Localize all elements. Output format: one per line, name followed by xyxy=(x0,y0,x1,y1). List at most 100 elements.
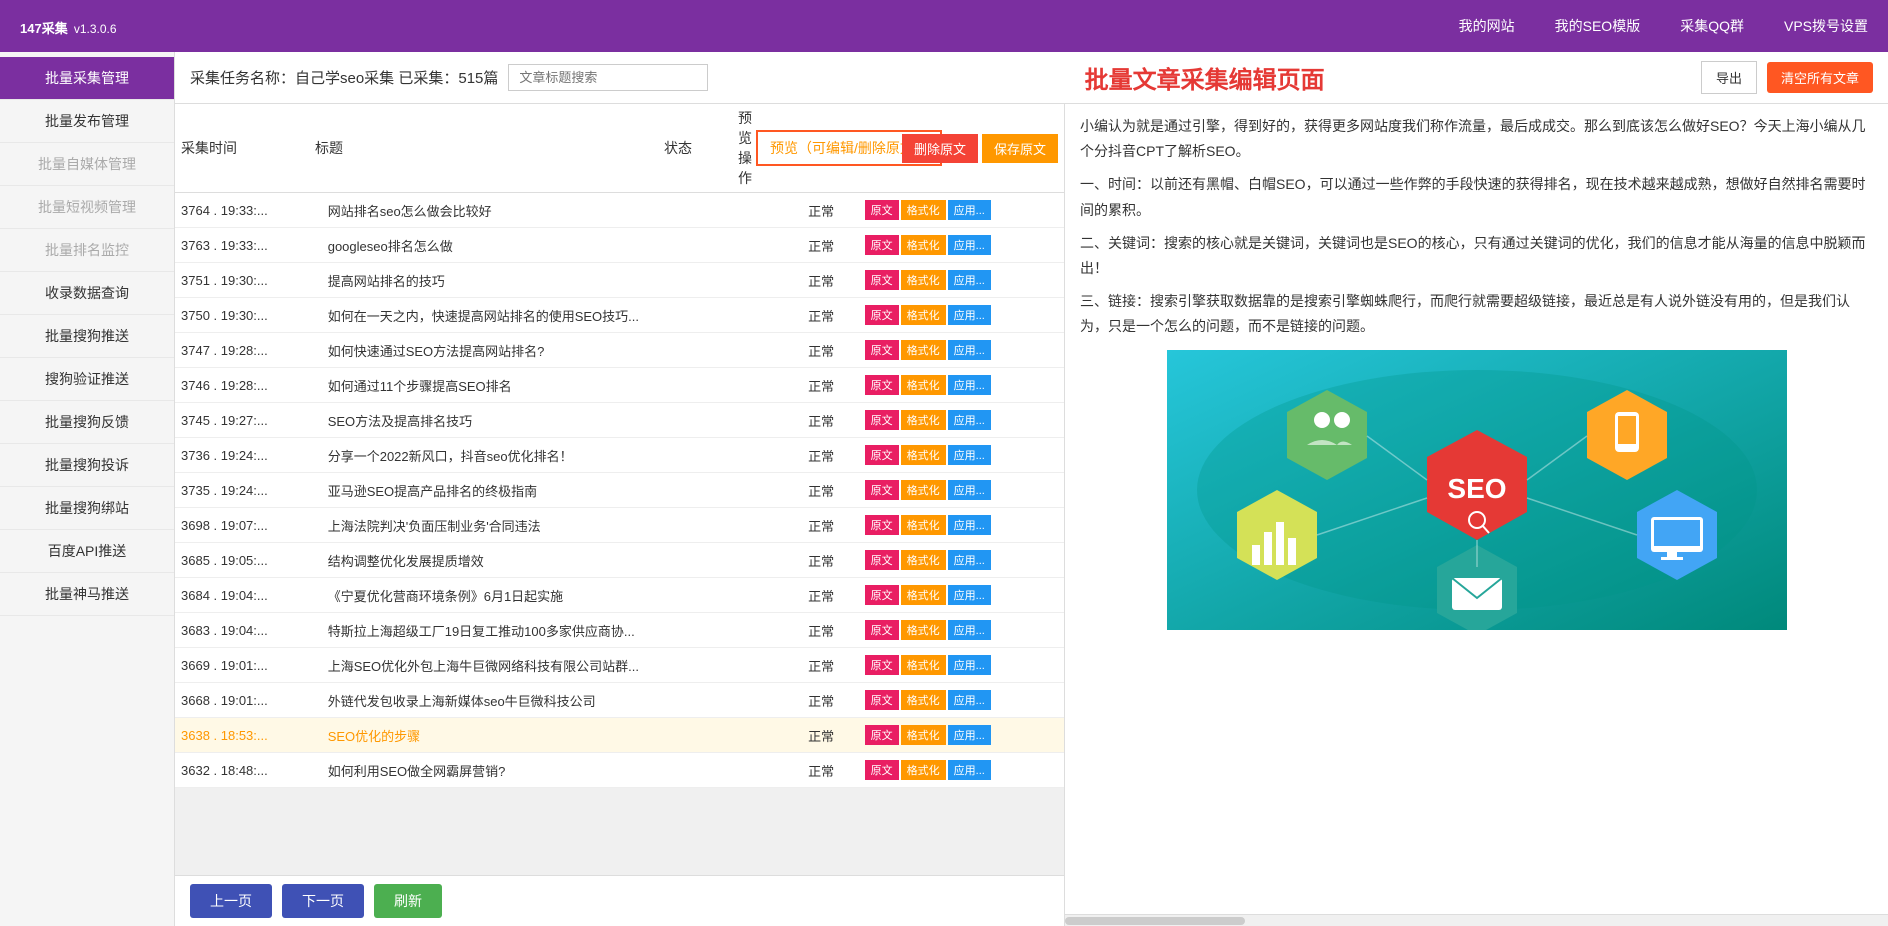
del-orig-button[interactable]: 删除原文 xyxy=(902,134,978,163)
table-row[interactable]: 3736 . 19:24:... 分享一个2022新风口，抖音seo优化排名！ … xyxy=(175,438,1064,473)
btn-yuanwen-12[interactable]: 原文 xyxy=(865,620,899,640)
btn-yuanwen-13[interactable]: 原文 xyxy=(865,655,899,675)
btn-yingying-12[interactable]: 应用... xyxy=(948,620,991,640)
btn-yuanwen-4[interactable]: 原文 xyxy=(865,340,899,360)
table-row[interactable]: 3632 . 18:48:... 如何利用SEO做全网霸屏营销? 正常 原文 格… xyxy=(175,753,1064,788)
table-row[interactable]: 3683 . 19:04:... 特斯拉上海超级工厂19日复工推动100多家供应… xyxy=(175,613,1064,648)
btn-geshi-15[interactable]: 格式化 xyxy=(901,725,946,745)
btn-geshi-10[interactable]: 格式化 xyxy=(901,550,946,570)
btn-yuanwen-15[interactable]: 原文 xyxy=(865,725,899,745)
btn-yingying-15[interactable]: 应用... xyxy=(948,725,991,745)
btn-yingying-5[interactable]: 应用... xyxy=(948,375,991,395)
sidebar-item-batch-publish[interactable]: 批量发布管理 xyxy=(0,100,174,143)
save-orig-button[interactable]: 保存原文 xyxy=(982,134,1058,163)
prev-page-button[interactable]: 上一页 xyxy=(190,884,272,918)
btn-geshi-7[interactable]: 格式化 xyxy=(901,445,946,465)
btn-yuanwen-3[interactable]: 原文 xyxy=(865,305,899,325)
btn-geshi-6[interactable]: 格式化 xyxy=(901,410,946,430)
btn-geshi-3[interactable]: 格式化 xyxy=(901,305,946,325)
btn-yuanwen-9[interactable]: 原文 xyxy=(865,515,899,535)
btn-yingying-2[interactable]: 应用... xyxy=(948,270,991,290)
btn-geshi-12[interactable]: 格式化 xyxy=(901,620,946,640)
sidebar-item-batch-media: 批量自媒体管理 xyxy=(0,143,174,186)
sidebar-item-batch-sogou-feedback[interactable]: 批量搜狗反馈 xyxy=(0,401,174,444)
btn-geshi-4[interactable]: 格式化 xyxy=(901,340,946,360)
table-row[interactable]: 3668 . 19:01:... 外链代发包收录上海新媒体seo牛巨微科技公司 … xyxy=(175,683,1064,718)
btn-yingying-16[interactable]: 应用... xyxy=(948,760,991,780)
btn-yuanwen-7[interactable]: 原文 xyxy=(865,445,899,465)
btn-yingying-7[interactable]: 应用... xyxy=(948,445,991,465)
table-row[interactable]: 3669 . 19:01:... 上海SEO优化外包上海牛巨微网络科技有限公司站… xyxy=(175,648,1064,683)
btn-yingying-9[interactable]: 应用... xyxy=(948,515,991,535)
table-actions: 删除原文 保存原文 xyxy=(902,134,1058,163)
preview-scroll-thumb[interactable] xyxy=(1065,917,1245,925)
btn-yingying-10[interactable]: 应用... xyxy=(948,550,991,570)
btn-yingying-4[interactable]: 应用... xyxy=(948,340,991,360)
btn-geshi-5[interactable]: 格式化 xyxy=(901,375,946,395)
nav-qq-group[interactable]: 采集QQ群 xyxy=(1680,16,1744,36)
table-row[interactable]: 3735 . 19:24:... 亚马逊SEO提高产品排名的终极指南 正常 原文… xyxy=(175,473,1064,508)
btn-yingying-8[interactable]: 应用... xyxy=(948,480,991,500)
btn-yuanwen-6[interactable]: 原文 xyxy=(865,410,899,430)
sidebar-item-batch-collect[interactable]: 批量采集管理 xyxy=(0,57,174,100)
nav-vps-setting[interactable]: VPS拨号设置 xyxy=(1784,16,1868,36)
table-row[interactable]: 3638 . 18:53:... SEO优化的步骤 正常 原文 格式化 应用..… xyxy=(175,718,1064,753)
btn-yingying-1[interactable]: 应用... xyxy=(948,235,991,255)
sidebar-item-batch-shenma[interactable]: 批量神马推送 xyxy=(0,573,174,616)
btn-yingying-3[interactable]: 应用... xyxy=(948,305,991,325)
btn-yuanwen-5[interactable]: 原文 xyxy=(865,375,899,395)
cell-status: 正常 xyxy=(802,648,858,683)
sidebar-item-baidu-api[interactable]: 百度API推送 xyxy=(0,530,174,573)
cell-actions: 原文 格式化 应用... xyxy=(859,228,1064,263)
btn-yuanwen-14[interactable]: 原文 xyxy=(865,690,899,710)
btn-yingying-6[interactable]: 应用... xyxy=(948,410,991,430)
btn-yingying-13[interactable]: 应用... xyxy=(948,655,991,675)
btn-yingying-11[interactable]: 应用... xyxy=(948,585,991,605)
table-row[interactable]: 3764 . 19:33:... 网站排名seo怎么做会比较好 正常 原文 格式… xyxy=(175,193,1064,228)
btn-geshi-9[interactable]: 格式化 xyxy=(901,515,946,535)
sidebar-item-record-query[interactable]: 收录数据查询 xyxy=(0,272,174,315)
refresh-button[interactable]: 刷新 xyxy=(374,884,442,918)
table-row[interactable]: 3763 . 19:33:... googleseo排名怎么做 正常 原文 格式… xyxy=(175,228,1064,263)
export-button[interactable]: 导出 xyxy=(1701,61,1757,94)
table-row[interactable]: 3684 . 19:04:... 《宁夏优化营商环境条例》6月1日起实施 正常 … xyxy=(175,578,1064,613)
btn-geshi-0[interactable]: 格式化 xyxy=(901,200,946,220)
cell-title: SEO方法及提高排名技巧 xyxy=(322,403,802,438)
table-row[interactable]: 3751 . 19:30:... 提高网站排名的技巧 正常 原文 格式化 应用.… xyxy=(175,263,1064,298)
preview-scrollbar[interactable] xyxy=(1065,914,1888,926)
search-input[interactable] xyxy=(508,64,708,91)
clear-all-button[interactable]: 清空所有文章 xyxy=(1767,62,1873,93)
logo-text: 147采集 xyxy=(20,21,68,36)
sidebar-item-batch-sogou-bind[interactable]: 批量搜狗绑站 xyxy=(0,487,174,530)
btn-yingying-14[interactable]: 应用... xyxy=(948,690,991,710)
table-row[interactable]: 3747 . 19:28:... 如何快速通过SEO方法提高网站排名? 正常 原… xyxy=(175,333,1064,368)
btn-yuanwen-10[interactable]: 原文 xyxy=(865,550,899,570)
table-row[interactable]: 3685 . 19:05:... 结构调整优化发展提质增效 正常 原文 格式化 … xyxy=(175,543,1064,578)
btn-geshi-16[interactable]: 格式化 xyxy=(901,760,946,780)
btn-geshi-1[interactable]: 格式化 xyxy=(901,235,946,255)
btn-yuanwen-11[interactable]: 原文 xyxy=(865,585,899,605)
btn-yuanwen-16[interactable]: 原文 xyxy=(865,760,899,780)
table-row[interactable]: 3746 . 19:28:... 如何通过11个步骤提高SEO排名 正常 原文 … xyxy=(175,368,1064,403)
btn-geshi-2[interactable]: 格式化 xyxy=(901,270,946,290)
sidebar-item-batch-sogou-complaint[interactable]: 批量搜狗投诉 xyxy=(0,444,174,487)
btn-geshi-14[interactable]: 格式化 xyxy=(901,690,946,710)
sidebar-item-batch-sogou-push[interactable]: 批量搜狗推送 xyxy=(0,315,174,358)
btn-geshi-13[interactable]: 格式化 xyxy=(901,655,946,675)
btn-yuanwen-1[interactable]: 原文 xyxy=(865,235,899,255)
btn-yuanwen-8[interactable]: 原文 xyxy=(865,480,899,500)
btn-yuanwen-2[interactable]: 原文 xyxy=(865,270,899,290)
btn-geshi-8[interactable]: 格式化 xyxy=(901,480,946,500)
btn-geshi-11[interactable]: 格式化 xyxy=(901,585,946,605)
cell-status: 正常 xyxy=(802,683,858,718)
table-row[interactable]: 3698 . 19:07:... 上海法院判决'负面压制业务'合同违法 正常 原… xyxy=(175,508,1064,543)
btn-yingying-0[interactable]: 应用... xyxy=(948,200,991,220)
btn-yuanwen-0[interactable]: 原文 xyxy=(865,200,899,220)
table-row[interactable]: 3750 . 19:30:... 如何在一天之内，快速提高网站排名的使用SEO技… xyxy=(175,298,1064,333)
nav-seo-template[interactable]: 我的SEO模版 xyxy=(1555,16,1641,36)
next-page-button[interactable]: 下一页 xyxy=(282,884,364,918)
table-row[interactable]: 3745 . 19:27:... SEO方法及提高排名技巧 正常 原文 格式化 … xyxy=(175,403,1064,438)
nav-my-website[interactable]: 我的网站 xyxy=(1459,16,1515,36)
cell-status: 正常 xyxy=(802,228,858,263)
sidebar-item-sogou-verify[interactable]: 搜狗验证推送 xyxy=(0,358,174,401)
